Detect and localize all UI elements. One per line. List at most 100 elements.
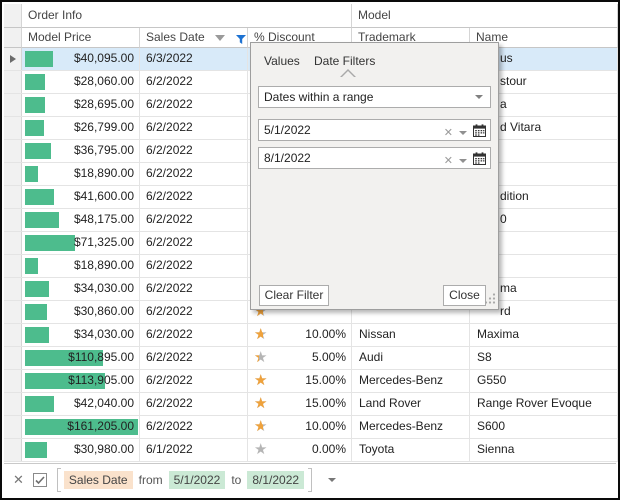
sales-date-cell[interactable]: 6/2/2022 — [140, 278, 248, 300]
sales-date-cell[interactable]: 6/2/2022 — [140, 71, 248, 93]
filter-enabled-checkbox[interactable] — [33, 473, 47, 487]
sales-date-cell[interactable]: 6/2/2022 — [140, 324, 248, 346]
remove-filter-icon[interactable]: ✕ — [13, 472, 24, 488]
model-price-cell[interactable]: $42,040.00 — [22, 393, 140, 415]
name-cell[interactable]: G550 — [470, 370, 618, 392]
trademark-cell[interactable]: Toyota — [352, 439, 470, 461]
sales-date-cell[interactable]: 6/2/2022 — [140, 117, 248, 139]
column-header-model-price[interactable]: Model Price — [22, 28, 140, 48]
table-row[interactable]: $30,980.006/1/2022★★0.00%ToyotaSienna — [4, 439, 618, 462]
band-model[interactable]: Model — [352, 4, 618, 28]
model-price-cell[interactable]: $34,030.00 — [22, 278, 140, 300]
discount-cell[interactable]: ★★0.00% — [248, 439, 352, 461]
discount-cell[interactable]: ★★10.00% — [248, 324, 352, 346]
date-from-input[interactable]: 5/1/2022 ✕ — [258, 119, 491, 141]
table-row[interactable]: $113,905.006/2/2022★★15.00%Mercedes-Benz… — [4, 370, 618, 393]
sales-date-cell[interactable]: 6/2/2022 — [140, 255, 248, 277]
sales-date-cell[interactable]: 6/2/2022 — [140, 301, 248, 323]
name-cell[interactable]: Maxima — [470, 324, 618, 346]
calendar-icon[interactable] — [473, 151, 486, 171]
sales-date-cell[interactable]: 6/2/2022 — [140, 347, 248, 369]
date-dropdown-arrow-icon[interactable] — [459, 131, 467, 135]
model-price-cell[interactable]: $34,030.00 — [22, 324, 140, 346]
sales-date-cell[interactable]: 6/2/2022 — [140, 94, 248, 116]
name-value: Sienna — [470, 439, 617, 460]
sales-date-value: 6/1/2022 — [140, 439, 247, 460]
model-price-cell[interactable]: $36,795.00 — [22, 140, 140, 162]
sales-date-cell[interactable]: 6/2/2022 — [140, 393, 248, 415]
sales-date-cell[interactable]: 6/1/2022 — [140, 439, 248, 461]
model-price-cell[interactable]: $26,799.00 — [22, 117, 140, 139]
trademark-cell[interactable]: Land Rover — [352, 393, 470, 415]
name-cell[interactable]: S8 — [470, 347, 618, 369]
clear-filter-button[interactable]: Clear Filter — [259, 285, 329, 306]
trademark-cell[interactable]: Audi — [352, 347, 470, 369]
name-value: S8 — [470, 347, 617, 368]
name-cell[interactable]: Range Rover Evoque — [470, 393, 618, 415]
filter-type-value: Dates within a range — [264, 90, 373, 104]
model-price-cell[interactable]: $71,325.00 — [22, 232, 140, 254]
resize-grip[interactable] — [485, 293, 496, 307]
date-dropdown-arrow-icon[interactable] — [459, 159, 467, 163]
trademark-cell[interactable]: Mercedes-Benz — [352, 416, 470, 438]
model-price-value: $110,895.00 — [22, 347, 139, 368]
table-row[interactable]: $110,895.006/2/2022★★5.00%AudiS8 — [4, 347, 618, 370]
combo-dropdown-arrow-icon[interactable] — [475, 95, 483, 99]
filter-mru-dropdown-icon[interactable] — [328, 478, 336, 482]
table-row[interactable]: $42,040.006/2/2022★★15.00%Land RoverRang… — [4, 393, 618, 416]
date-to-input[interactable]: 8/1/2022 ✕ — [258, 147, 491, 169]
model-price-cell[interactable]: $161,205.00 — [22, 416, 140, 438]
band-order-info[interactable]: Order Info — [22, 4, 352, 28]
model-price-cell[interactable]: $48,175.00 — [22, 209, 140, 231]
active-filter-funnel-icon[interactable] — [236, 32, 246, 48]
discount-value: 0.00% — [248, 439, 351, 460]
model-price-value: $113,905.00 — [22, 370, 139, 391]
model-price-cell[interactable]: $41,600.00 — [22, 186, 140, 208]
model-price-value: $40,095.00 — [22, 48, 139, 69]
model-price-cell[interactable]: $30,860.00 — [22, 301, 140, 323]
clear-date-icon[interactable]: ✕ — [444, 154, 453, 168]
sales-date-cell[interactable]: 6/2/2022 — [140, 232, 248, 254]
discount-cell[interactable]: ★★5.00% — [248, 347, 352, 369]
filter-type-combobox[interactable]: Dates within a range — [258, 86, 491, 108]
model-price-cell[interactable]: $28,060.00 — [22, 71, 140, 93]
table-row[interactable]: $161,205.006/2/2022★★10.00%Mercedes-Benz… — [4, 416, 618, 439]
sales-date-cell[interactable]: 6/2/2022 — [140, 186, 248, 208]
trademark-cell[interactable]: Mercedes-Benz — [352, 370, 470, 392]
filter-column-chip[interactable]: Sales Date — [64, 471, 133, 489]
model-price-value: $26,799.00 — [22, 117, 139, 138]
model-price-cell[interactable]: $110,895.00 — [22, 347, 140, 369]
indicator-header — [4, 28, 22, 48]
discount-cell[interactable]: ★★15.00% — [248, 370, 352, 392]
name-cell[interactable]: Sienna — [470, 439, 618, 461]
table-row[interactable]: $34,030.006/2/2022★★10.00%NissanMaxima — [4, 324, 618, 347]
model-price-cell[interactable]: $28,695.00 — [22, 94, 140, 116]
clear-date-icon[interactable]: ✕ — [444, 126, 453, 140]
sales-date-cell[interactable]: 6/2/2022 — [140, 209, 248, 231]
sales-date-cell[interactable]: 6/2/2022 — [140, 370, 248, 392]
discount-value: 15.00% — [248, 393, 351, 414]
name-cell[interactable]: S600 — [470, 416, 618, 438]
model-price-cell[interactable]: $18,890.00 — [22, 163, 140, 185]
model-price-cell[interactable]: $40,095.00 — [22, 48, 140, 70]
model-price-cell[interactable]: $113,905.00 — [22, 370, 140, 392]
close-button[interactable]: Close — [443, 285, 486, 306]
tab-values[interactable]: Values — [264, 54, 300, 68]
discount-cell[interactable]: ★★10.00% — [248, 416, 352, 438]
calendar-icon[interactable] — [473, 123, 486, 143]
model-price-value: $48,175.00 — [22, 209, 139, 230]
model-price-cell[interactable]: $30,980.00 — [22, 439, 140, 461]
tab-date-filters[interactable]: Date Filters — [314, 54, 375, 68]
column-header-sales-date[interactable]: Sales Date — [140, 28, 248, 48]
discount-cell[interactable]: ★★15.00% — [248, 393, 352, 415]
sales-date-cell[interactable]: 6/2/2022 — [140, 163, 248, 185]
row-indicator-cell — [4, 48, 22, 70]
sales-date-cell[interactable]: 6/2/2022 — [140, 416, 248, 438]
filter-from-value-chip[interactable]: 5/1/2022 — [169, 471, 226, 489]
model-price-cell[interactable]: $18,890.00 — [22, 255, 140, 277]
filter-to-value-chip[interactable]: 8/1/2022 — [247, 471, 304, 489]
sales-date-cell[interactable]: 6/3/2022 — [140, 48, 248, 70]
trademark-cell[interactable]: Nissan — [352, 324, 470, 346]
sales-date-value: 6/2/2022 — [140, 370, 247, 391]
sales-date-cell[interactable]: 6/2/2022 — [140, 140, 248, 162]
